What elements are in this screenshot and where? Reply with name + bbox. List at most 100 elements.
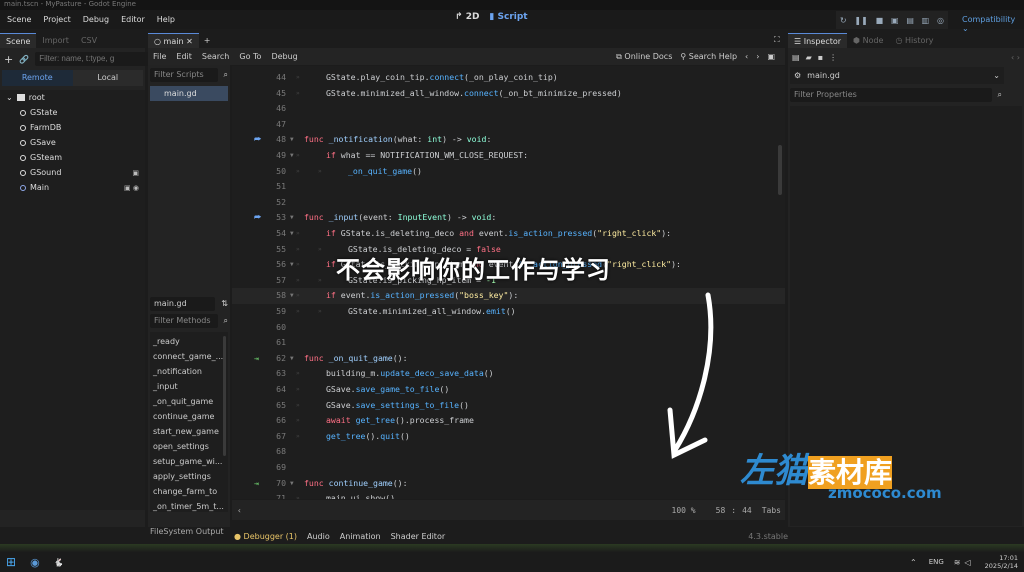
fold-arrow-icon[interactable]: ▼ [290, 288, 294, 304]
method-item[interactable]: change_farm_to [150, 484, 228, 499]
scene-instance-icon[interactable]: ▣ [132, 169, 139, 177]
code-scrollbar[interactable] [778, 145, 782, 195]
method-item[interactable]: _ready [150, 334, 228, 349]
tab-animation[interactable]: Animation [340, 532, 381, 541]
tab-history[interactable]: ◷ History [889, 33, 939, 48]
tab-filesystem[interactable]: FileSystem [150, 527, 193, 536]
override-icon[interactable]: ⮫ [254, 210, 261, 226]
godot-app-icon[interactable]: ◉ [30, 556, 40, 569]
line-number[interactable]: 62 [264, 351, 286, 367]
history-forward-icon[interactable]: › [756, 52, 759, 62]
line-number[interactable]: 64 [264, 382, 286, 398]
pause-icon[interactable]: ❚❚ [854, 16, 867, 25]
tab-audio[interactable]: Audio [307, 532, 330, 541]
search-help-button[interactable]: ⚲ Search Help [680, 52, 737, 62]
menu-editor[interactable]: Editor [116, 15, 150, 24]
online-docs-button[interactable]: ⧉ Online Docs [616, 52, 672, 62]
filter-scripts-input[interactable]: Filter Scripts [150, 67, 218, 82]
method-item[interactable]: open_settings [150, 439, 228, 454]
pet-app-icon[interactable]: 🐇 [54, 558, 64, 567]
remote-debug-icon[interactable]: ▣ [891, 16, 899, 25]
line-number[interactable]: 52 [264, 195, 286, 211]
code-line[interactable]: 47 [232, 117, 785, 133]
menu-project[interactable]: Project [38, 15, 75, 24]
tab-import[interactable]: Import [36, 33, 75, 48]
tab-csv[interactable]: CSV [75, 33, 103, 48]
sort-icon[interactable]: ⇅ [221, 299, 228, 308]
save-icon[interactable]: ▪ [818, 53, 823, 62]
line-number[interactable]: 58 [264, 288, 286, 304]
method-item[interactable]: setup_game_wi... [150, 454, 228, 469]
code-line[interactable]: 51 [232, 179, 785, 195]
code-line[interactable]: 50 » » _on_quit_game() [232, 164, 785, 180]
method-item[interactable]: _notification [150, 364, 228, 379]
renderer-select[interactable]: Compatibility ⌄ [962, 15, 1024, 33]
wifi-icon[interactable]: ≋ [954, 558, 961, 567]
tree-node-root[interactable]: ⌄ root [0, 90, 145, 105]
history-back-icon[interactable]: ‹ [745, 52, 748, 62]
chevron-down-icon[interactable]: ⌄ [993, 71, 1000, 80]
inspected-object[interactable]: main.gd [807, 71, 840, 80]
tab-inspector[interactable]: ☰ Inspector [788, 33, 848, 48]
new-resource-icon[interactable]: ▤ [792, 53, 800, 62]
play-scene-icon[interactable]: ▤ [906, 16, 914, 25]
code-line[interactable]: 48 ⮫ ▼ func _notification(what: int) -> voi… [232, 132, 785, 148]
fold-arrow-icon[interactable]: ▼ [290, 226, 294, 242]
line-number[interactable]: 59 [264, 304, 286, 320]
clock[interactable]: 17:01 2025/2/14 [985, 554, 1018, 570]
line-number[interactable]: 69 [264, 460, 286, 476]
remote-button[interactable]: Remote [2, 70, 73, 86]
tab-output[interactable]: Output [196, 527, 224, 536]
tree-node[interactable]: FarmDB [0, 120, 145, 135]
windows-start-icon[interactable]: ⊞ [6, 555, 16, 569]
menu-debug[interactable]: Debug [266, 52, 302, 61]
line-number[interactable]: 68 [264, 444, 286, 460]
line-number[interactable]: 66 [264, 413, 286, 429]
line-number[interactable]: 60 [264, 320, 286, 336]
scroll-left-icon[interactable]: ‹ [232, 506, 242, 515]
line-number[interactable]: 71 [264, 491, 286, 499]
code-line[interactable]: 52 [232, 195, 785, 211]
method-item[interactable]: _on_quit_game [150, 394, 228, 409]
line-number[interactable]: 45 [264, 86, 286, 102]
code-line[interactable]: 45 » GState.minimized_all_window.connect(_… [232, 86, 785, 102]
line-number[interactable]: 46 [264, 101, 286, 117]
tree-node[interactable]: GSound ▣ [0, 165, 145, 180]
menu-scene[interactable]: Scene [2, 15, 36, 24]
nav-back-icon[interactable]: ‹ › [1011, 53, 1020, 62]
reload-icon[interactable]: ↻ [840, 16, 847, 25]
language-indicator[interactable]: ENG [929, 558, 944, 566]
add-tab-icon[interactable]: + [199, 36, 211, 45]
stop-icon[interactable]: ■ [876, 16, 884, 25]
menu-search[interactable]: Search [197, 52, 234, 61]
line-number[interactable]: 53 [264, 210, 286, 226]
line-number[interactable]: 57 [264, 273, 286, 289]
indent-mode[interactable]: Tabs [762, 506, 781, 515]
open-folder-icon[interactable]: ▰ [806, 53, 812, 62]
code-line[interactable]: 49 ▼» if what == NOTIFICATION_WM_CLOSE_REQ… [232, 148, 785, 164]
tree-node[interactable]: GState [0, 105, 145, 120]
line-number[interactable]: 65 [264, 398, 286, 414]
signal-connection-icon[interactable]: ⇥ [254, 476, 259, 492]
method-item[interactable]: apply_settings [150, 469, 228, 484]
toggle-panel-icon[interactable]: ▣ [767, 52, 775, 62]
code-line[interactable]: 53 ⮫ ▼ func _input(event: InputEvent) -> vo… [232, 210, 785, 226]
fullscreen-icon[interactable]: ⛶ [774, 35, 780, 45]
tree-node[interactable]: GSave [0, 135, 145, 150]
line-number[interactable]: 48 [264, 132, 286, 148]
menu-goto[interactable]: Go To [234, 52, 266, 61]
script-item[interactable]: main.gd [150, 86, 228, 101]
visibility-icon[interactable]: ▣ ◉ [124, 184, 139, 192]
line-number[interactable]: 70 [264, 476, 286, 492]
line-number[interactable]: 50 [264, 164, 286, 180]
tab-node[interactable]: ⬢ Node [847, 33, 889, 48]
fold-arrow-icon[interactable]: ▼ [290, 476, 294, 492]
fold-arrow-icon[interactable]: ▼ [290, 351, 294, 367]
fold-arrow-icon[interactable]: ▼ [290, 148, 294, 164]
line-number[interactable]: 47 [264, 117, 286, 133]
link-icon[interactable]: 🔗 [19, 55, 29, 64]
tab-shader-editor[interactable]: Shader Editor [391, 532, 446, 541]
menu-debug[interactable]: Debug [78, 15, 114, 24]
method-item[interactable]: continue_game [150, 409, 228, 424]
tab-scene[interactable]: Scene [0, 33, 37, 48]
